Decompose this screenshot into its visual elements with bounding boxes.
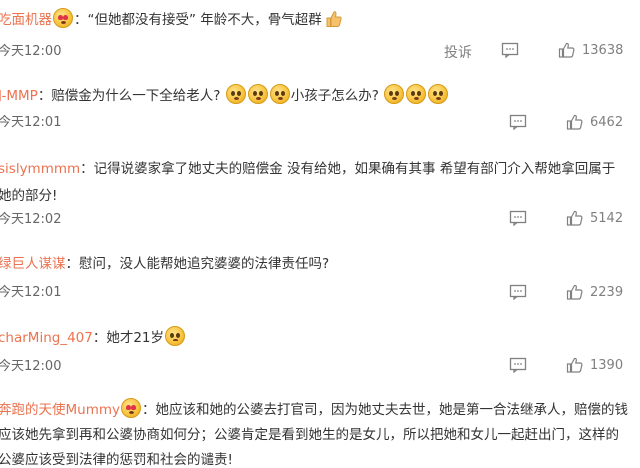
thinking-face-emoji-icon <box>269 84 290 104</box>
comment-actions: 1390 <box>0 357 640 379</box>
thinking-face-emoji-icon <box>225 84 246 104</box>
comment-username[interactable]: sislymmmm <box>0 161 80 177</box>
thinking-face-emoji-icon <box>247 84 268 104</box>
sad-face-emoji-icon <box>165 326 186 346</box>
comment-icon <box>501 42 519 58</box>
comment-actions: 5142 <box>0 210 640 232</box>
like-count: 6462 <box>590 114 624 130</box>
separator: ： <box>74 12 88 28</box>
heart-eyes-emoji-icon <box>53 8 73 28</box>
comment-icon <box>509 284 527 300</box>
separator: ： <box>80 161 94 177</box>
comment-text-line: 吃面机器 ：“但她都没有接受” 年龄不大，骨气超群 <box>0 8 628 31</box>
like-button[interactable]: 1390 <box>566 357 623 373</box>
comment-icon <box>509 114 527 130</box>
comment-icon <box>509 357 527 373</box>
reply-button[interactable] <box>501 42 519 58</box>
thumbs-up-icon <box>566 284 583 300</box>
reply-button[interactable] <box>509 210 527 226</box>
comment-username[interactable]: 绿巨人谋谋 <box>0 256 66 272</box>
like-button[interactable]: 13638 <box>558 42 623 58</box>
thumbs-up-icon <box>566 210 583 226</box>
separator: ： <box>92 330 107 346</box>
comment-text: 慰问，没人能帮她追究婆婆的法律责任吗? <box>79 256 330 272</box>
thumbs-up-icon <box>558 42 575 58</box>
comment-actions: 2239 <box>0 284 640 306</box>
reply-button[interactable] <box>509 284 527 300</box>
comment-text: “但她都没有接受” 年龄不大，骨气超群 <box>87 12 322 28</box>
like-button[interactable]: 2239 <box>566 284 623 300</box>
comment-text: 她才21岁 <box>106 330 165 346</box>
comment-text: 小孩子怎么办? <box>290 88 379 104</box>
reply-button[interactable] <box>509 114 527 130</box>
like-button[interactable]: 6462 <box>566 114 623 130</box>
comment-text: 赔偿金为什么一下全给老人? <box>51 88 221 104</box>
like-count: 1390 <box>590 357 624 373</box>
thumbs-up-icon <box>566 357 583 373</box>
thumbs-up-icon <box>566 114 583 130</box>
heart-eyes-emoji-icon <box>121 398 141 418</box>
reply-button[interactable] <box>509 357 527 373</box>
like-count: 13638 <box>582 42 624 58</box>
like-count: 5142 <box>590 210 624 226</box>
comment-actions: 投诉 13638 <box>0 42 640 64</box>
separator: ： <box>142 402 156 418</box>
comment-feed: 吃面机器 ：“但她都没有接受” 年龄不大，骨气超群 今天12:00 投诉 1363… <box>0 0 640 468</box>
comment-icon <box>509 210 527 226</box>
thinking-face-emoji-icon <box>406 84 427 104</box>
comment-text-line: J-MMP：赔偿金为什么一下全给老人? 小孩子怎么办? <box>0 84 628 107</box>
comment-text-line: 绿巨人谋谋：慰问，没人能帮她追究婆婆的法律责任吗? <box>0 253 628 275</box>
comment-username[interactable]: J-MMP <box>0 88 38 104</box>
thumbs-up-emoji-icon <box>326 11 342 27</box>
separator: ： <box>65 256 80 272</box>
separator: ： <box>37 88 52 104</box>
like-count: 2239 <box>590 284 624 300</box>
comment-text-line: 奔跑的天使Mummy ：她应该和她的公婆去打官司，因为她丈夫去世，她是第一合法继承… <box>0 398 628 468</box>
comment-text-line: charMing_407：她才21岁 <box>0 326 628 349</box>
comment-username[interactable]: charMing_407 <box>0 330 93 346</box>
like-button[interactable]: 5142 <box>566 210 623 226</box>
comment-actions: 6462 <box>0 114 640 136</box>
comment-username[interactable]: 奔跑的天使Mummy <box>0 402 120 418</box>
report-button[interactable]: 投诉 <box>444 42 472 62</box>
comment-text-line: sislymmmm：记得说婆家拿了她丈夫的赔偿金 没有给她，如果确有其事 希望有… <box>0 156 628 210</box>
thinking-face-emoji-icon <box>384 84 405 104</box>
thinking-face-emoji-icon <box>428 84 449 104</box>
comment-username[interactable]: 吃面机器 <box>0 12 52 28</box>
